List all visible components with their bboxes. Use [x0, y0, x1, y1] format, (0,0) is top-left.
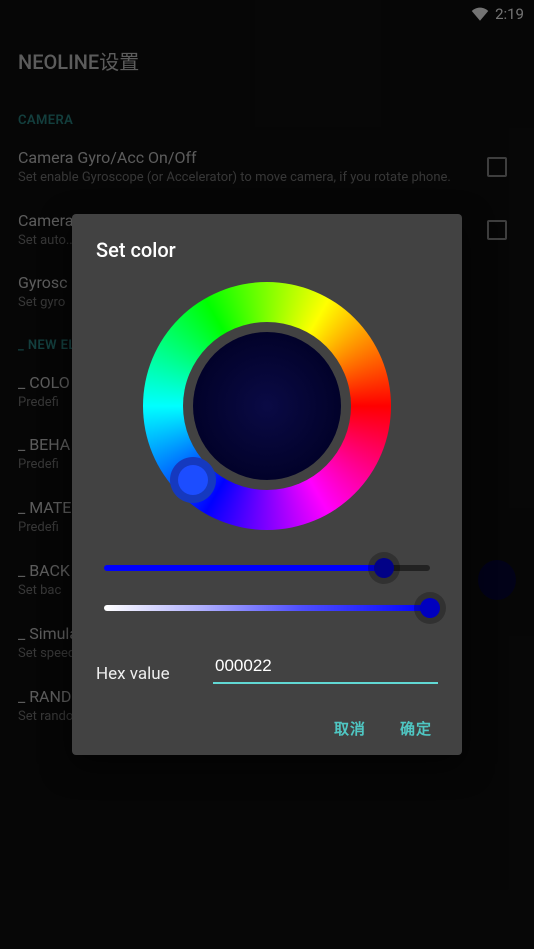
saturation-thumb[interactable] [374, 558, 394, 578]
hue-thumb[interactable] [170, 457, 216, 503]
hex-input[interactable] [213, 652, 438, 684]
value-track [104, 605, 430, 611]
cancel-button[interactable]: 取消 [334, 718, 366, 739]
value-slider[interactable] [104, 598, 430, 618]
hex-label: Hex value [96, 664, 170, 684]
color-wheel[interactable] [143, 282, 391, 530]
value-thumb[interactable] [420, 598, 440, 618]
confirm-button[interactable]: 确定 [400, 718, 432, 739]
color-preview-disk[interactable] [193, 332, 341, 480]
dialog-title: Set color [96, 238, 438, 262]
set-color-dialog: Set color Hex value 取消 确定 [72, 214, 462, 755]
saturation-slider[interactable] [104, 558, 430, 578]
